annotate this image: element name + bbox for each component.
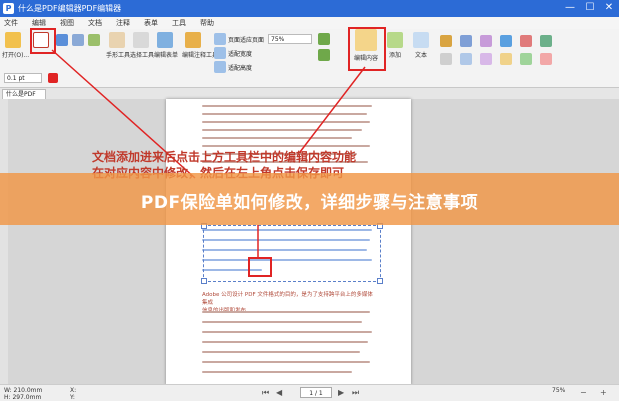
first-page-icon[interactable]: ⏮ [262,388,269,398]
page-number-field[interactable]: 1 / 1 [300,387,332,398]
banner-title: PDF保险单如何修改，详细步骤与注意事项 [140,193,479,213]
zoom-in-status-icon[interactable]: + [600,388,607,397]
title-banner: PDF保险单如何修改，详细步骤与注意事项 [0,173,619,225]
width-readout: W: 210.0mm [4,387,43,394]
zoom-out-status-icon[interactable]: − [580,388,587,397]
next-page-icon[interactable]: ▶ [338,388,344,397]
x-readout: X: [70,387,77,394]
status-bar: W: 210.0mm H: 297.0mm X: Y: ⏮ ◀ 1 / 1 ▶ … [0,384,619,401]
annotation-text-1: 文档添加进来后点击上方工具栏中的编辑内容功能 [92,150,357,164]
last-page-icon[interactable]: ⏭ [352,388,359,398]
status-zoom: 75% [552,387,566,394]
prev-page-icon[interactable]: ◀ [276,388,282,397]
